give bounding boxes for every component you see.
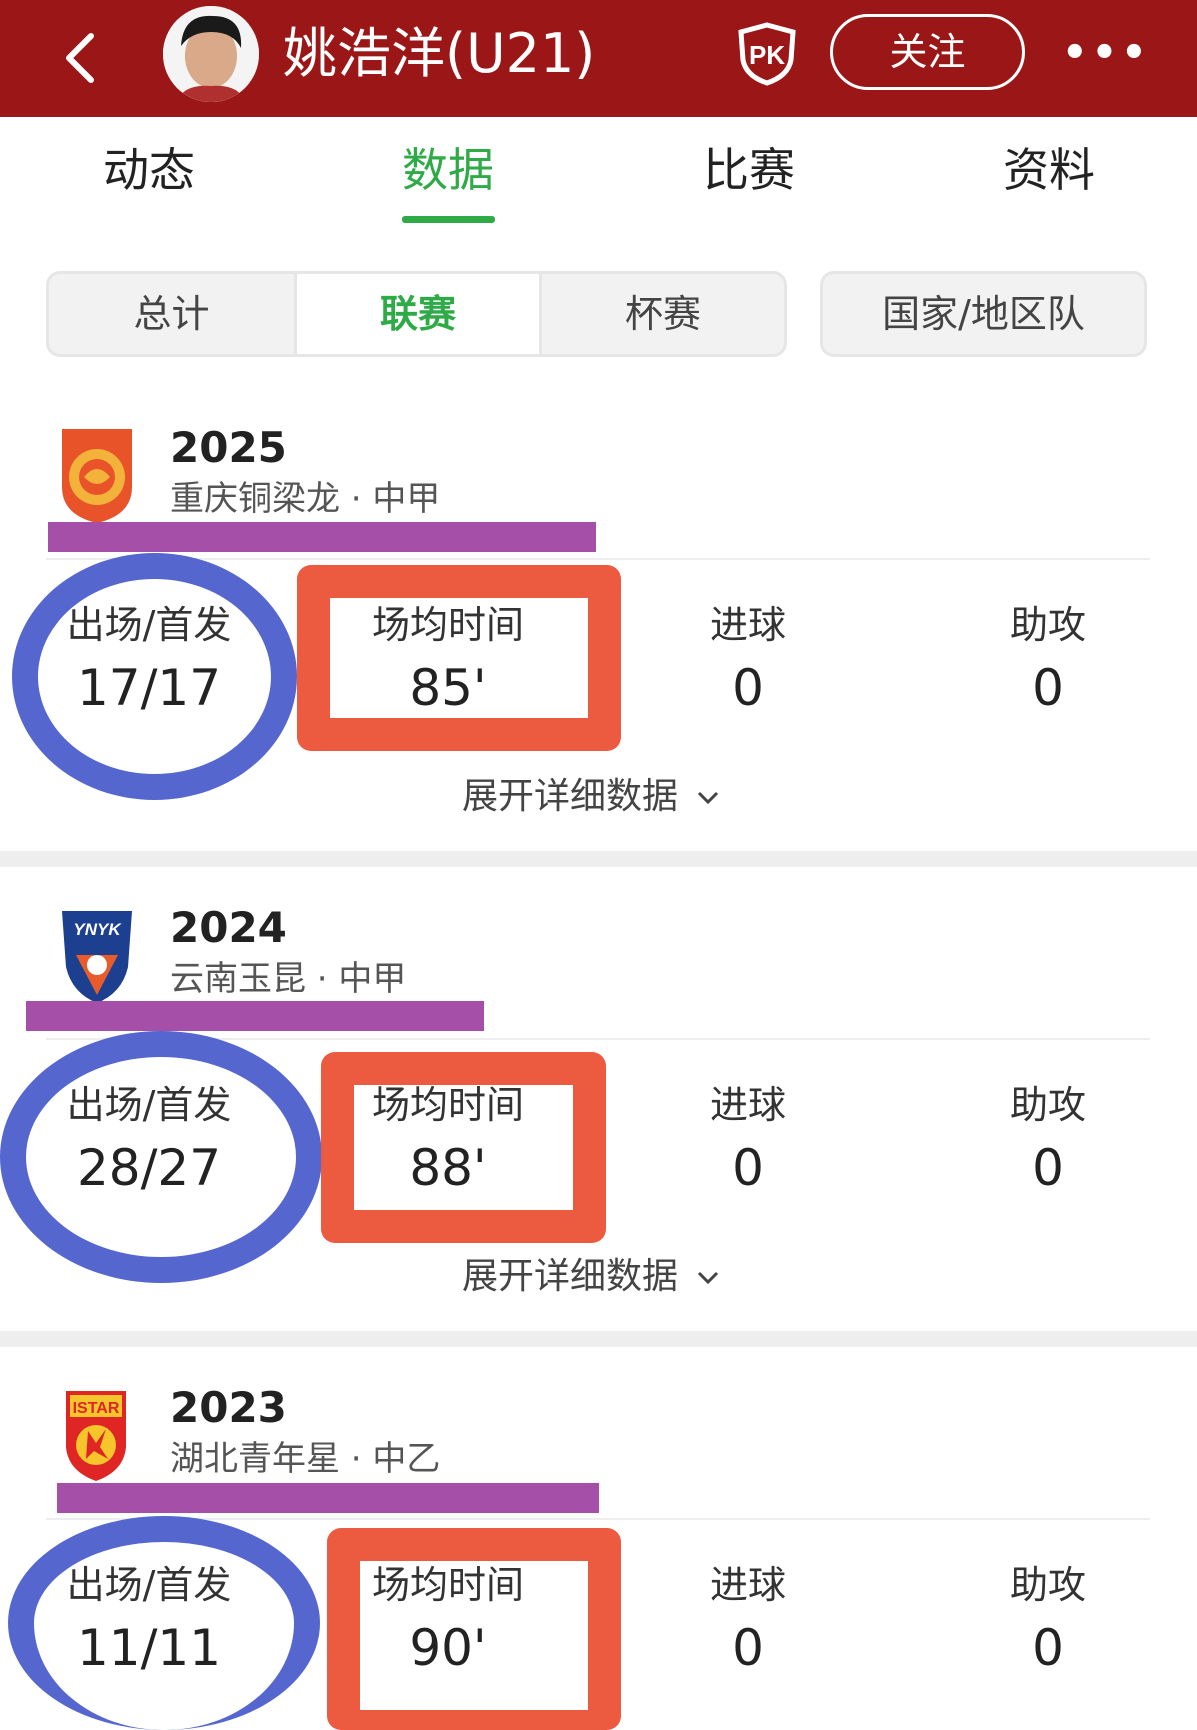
team-league: 云南玉昆 · 中甲: [170, 959, 407, 999]
follow-button[interactable]: 关注: [830, 14, 1025, 90]
competition-filter: 总计 联赛 杯赛: [46, 271, 787, 357]
expand-details-link[interactable]: 展开详细数据: [462, 1255, 720, 1299]
assists-value: 0: [1032, 1139, 1064, 1197]
divider: [46, 1518, 1150, 1520]
orange-box-annotation: [321, 1052, 606, 1243]
chongqing-tonglianglong-logo-icon: [62, 429, 132, 523]
tab-matches[interactable]: 比赛: [703, 138, 795, 202]
assists-label: 助攻: [1009, 1563, 1086, 1607]
goals-value: 0: [732, 1619, 764, 1677]
logo-text: YNYK: [73, 920, 122, 939]
filter-cup[interactable]: 杯赛: [542, 274, 784, 354]
tab-dynamics[interactable]: 动态: [103, 138, 195, 202]
logo-text: ISTAR: [73, 1400, 120, 1417]
blue-circle-annotation: [12, 553, 297, 800]
goals-label: 进球: [709, 1563, 786, 1607]
orange-box-annotation: [297, 565, 621, 751]
purple-highlight-mark: [26, 1001, 484, 1031]
season-year: 2025: [170, 423, 287, 472]
season-card-2024: YNYK 2024 云南玉昆 · 中甲 出场/首发 28/27 场均时间 88'…: [0, 895, 1197, 1325]
more-icon[interactable]: •••: [1062, 33, 1147, 73]
active-tab-indicator: [402, 216, 495, 223]
tab-profile[interactable]: 资料: [1003, 138, 1095, 202]
goals-value: 0: [732, 1139, 764, 1197]
filter-national-team[interactable]: 国家/地区队: [820, 271, 1147, 357]
chevron-down-icon: [697, 1271, 719, 1285]
yunnan-yukun-logo-icon: YNYK: [62, 911, 132, 1003]
filter-league[interactable]: 联赛: [297, 274, 539, 354]
orange-box-annotation: [327, 1528, 621, 1730]
season-year: 2024: [170, 903, 287, 952]
purple-highlight-mark: [48, 522, 596, 552]
hubei-istar-logo-icon: ISTAR: [66, 1391, 126, 1481]
divider: [46, 558, 1150, 560]
expand-label: 展开详细数据: [462, 776, 679, 817]
purple-highlight-mark: [57, 1483, 599, 1513]
assists-value: 0: [1032, 1619, 1064, 1677]
goals-label: 进球: [709, 1083, 786, 1127]
assists-label: 助攻: [1009, 1083, 1086, 1127]
assists-value: 0: [1032, 659, 1064, 717]
team-league: 重庆铜梁龙 · 中甲: [170, 479, 441, 519]
avatar[interactable]: [163, 6, 259, 102]
pk-shield-icon[interactable]: PK: [736, 22, 798, 86]
top-bar: 姚浩洋(U21) PK 关注 •••: [0, 0, 1197, 117]
goals-label: 进球: [709, 603, 786, 647]
section-separator: [0, 1331, 1197, 1347]
pk-label: PK: [749, 40, 785, 70]
back-chevron-icon[interactable]: [55, 28, 105, 88]
tab-data[interactable]: 数据: [402, 138, 494, 202]
filter-total[interactable]: 总计: [49, 274, 294, 354]
season-card-2025: 2025 重庆铜梁龙 · 中甲 出场/首发 17/17 场均时间 85' 进球 …: [0, 415, 1197, 845]
section-separator: [0, 851, 1197, 867]
chevron-down-icon: [697, 791, 719, 805]
assists-label: 助攻: [1009, 603, 1086, 647]
goals-value: 0: [732, 659, 764, 717]
page-title: 姚浩洋(U21): [283, 22, 596, 85]
blue-circle-annotation: [8, 1516, 320, 1730]
team-league: 湖北青年星 · 中乙: [170, 1439, 441, 1479]
expand-details-link[interactable]: 展开详细数据: [462, 775, 720, 819]
season-year: 2023: [170, 1383, 287, 1432]
blue-circle-annotation: [0, 1031, 322, 1283]
season-card-2023: ISTAR 2023 湖北青年星 · 中乙 出场/首发 11/11 场均时间 9…: [0, 1375, 1197, 1730]
expand-label: 展开详细数据: [462, 1256, 679, 1297]
player-portrait-icon: [163, 6, 259, 102]
